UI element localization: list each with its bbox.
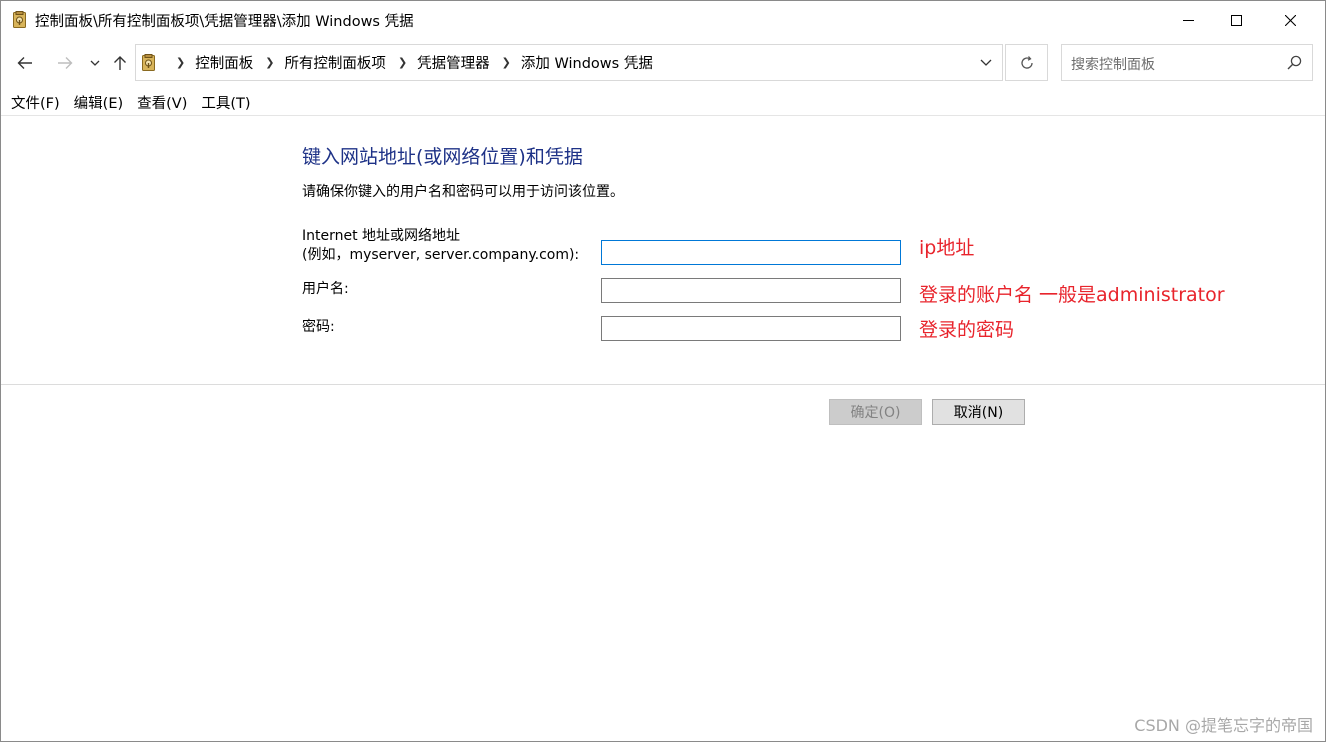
maximize-button[interactable] <box>1213 1 1259 39</box>
page-description: 请确保你键入的用户名和密码可以用于访问该位置。 <box>302 184 624 200</box>
arrow-left-icon <box>17 57 32 69</box>
chevron-down-icon <box>90 60 100 66</box>
menu-tools[interactable]: 工具(T) <box>195 93 258 115</box>
credential-manager-icon <box>142 54 156 71</box>
chevron-right-icon[interactable]: ❯ <box>398 56 407 69</box>
arrow-right-icon <box>58 57 73 69</box>
chevron-right-icon[interactable]: ❯ <box>265 56 274 69</box>
search-box[interactable]: 搜索控制面板 <box>1061 44 1313 81</box>
ok-button[interactable]: 确定(O) <box>829 399 922 425</box>
chevron-down-icon <box>980 59 992 66</box>
back-button[interactable] <box>13 51 37 75</box>
menu-view[interactable]: 查看(V) <box>131 93 195 115</box>
recent-locations-button[interactable] <box>83 51 107 75</box>
credential-manager-icon <box>13 11 27 28</box>
add-windows-credential-window: 控制面板\所有控制面板项\凭据管理器\添加 Windows 凭据 ❯ 控制面板 … <box>0 0 1326 742</box>
search-icon[interactable] <box>1287 55 1302 74</box>
breadcrumb: ❯ 控制面板 ❯ 所有控制面板项 ❯ 凭据管理器 ❯ 添加 Windows 凭据 <box>164 45 653 80</box>
menu-edit[interactable]: 编辑(E) <box>68 93 131 115</box>
divider <box>1 384 1325 385</box>
annotation-password: 登录的密码 <box>919 319 1015 341</box>
username-label: 用户名: <box>302 281 349 297</box>
address-label: Internet 地址或网络地址 <box>302 228 461 244</box>
username-field[interactable] <box>601 278 901 303</box>
address-field[interactable] <box>601 240 901 265</box>
close-icon <box>1284 14 1296 26</box>
chevron-right-icon[interactable]: ❯ <box>176 56 185 69</box>
menu-bar: 文件(F) 编辑(E) 查看(V) 工具(T) <box>1 93 259 115</box>
search-input[interactable]: 搜索控制面板 <box>1071 54 1155 74</box>
maximize-icon <box>1230 14 1242 26</box>
address-bar[interactable]: ❯ 控制面板 ❯ 所有控制面板项 ❯ 凭据管理器 ❯ 添加 Windows 凭据 <box>135 44 1003 81</box>
page-title: 键入网站地址(或网络位置)和凭据 <box>302 146 583 168</box>
refresh-button[interactable] <box>1005 44 1048 81</box>
breadcrumb-item-credential-manager[interactable]: 凭据管理器 <box>417 52 490 73</box>
title-bar[interactable]: 控制面板\所有控制面板项\凭据管理器\添加 Windows 凭据 <box>1 1 1325 39</box>
breadcrumb-item-control-panel[interactable]: 控制面板 <box>195 52 253 73</box>
address-example-label: (例如，myserver, server.company.com): <box>302 247 580 263</box>
address-history-button[interactable] <box>970 45 1002 80</box>
divider <box>1 115 1325 116</box>
password-label: 密码: <box>302 319 335 335</box>
refresh-icon <box>1020 55 1033 69</box>
up-button[interactable] <box>108 51 132 75</box>
window-title: 控制面板\所有控制面板项\凭据管理器\添加 Windows 凭据 <box>35 14 414 30</box>
forward-button[interactable] <box>53 51 77 75</box>
minimize-button[interactable] <box>1165 1 1211 39</box>
menu-file[interactable]: 文件(F) <box>1 93 68 115</box>
minimize-icon <box>1182 19 1194 21</box>
close-button[interactable] <box>1267 1 1313 39</box>
watermark: CSDN @提笔忘字的帝国 <box>1134 716 1313 735</box>
chevron-right-icon[interactable]: ❯ <box>502 56 511 69</box>
cancel-button[interactable]: 取消(N) <box>932 399 1025 425</box>
password-field[interactable] <box>601 316 901 341</box>
annotation-address: ip地址 <box>919 237 975 259</box>
arrow-up-icon <box>114 56 126 70</box>
breadcrumb-item-all-items[interactable]: 所有控制面板项 <box>284 52 386 73</box>
breadcrumb-item-add-credential[interactable]: 添加 Windows 凭据 <box>521 52 653 73</box>
annotation-username: 登录的账户名 一般是administrator <box>919 284 1225 306</box>
